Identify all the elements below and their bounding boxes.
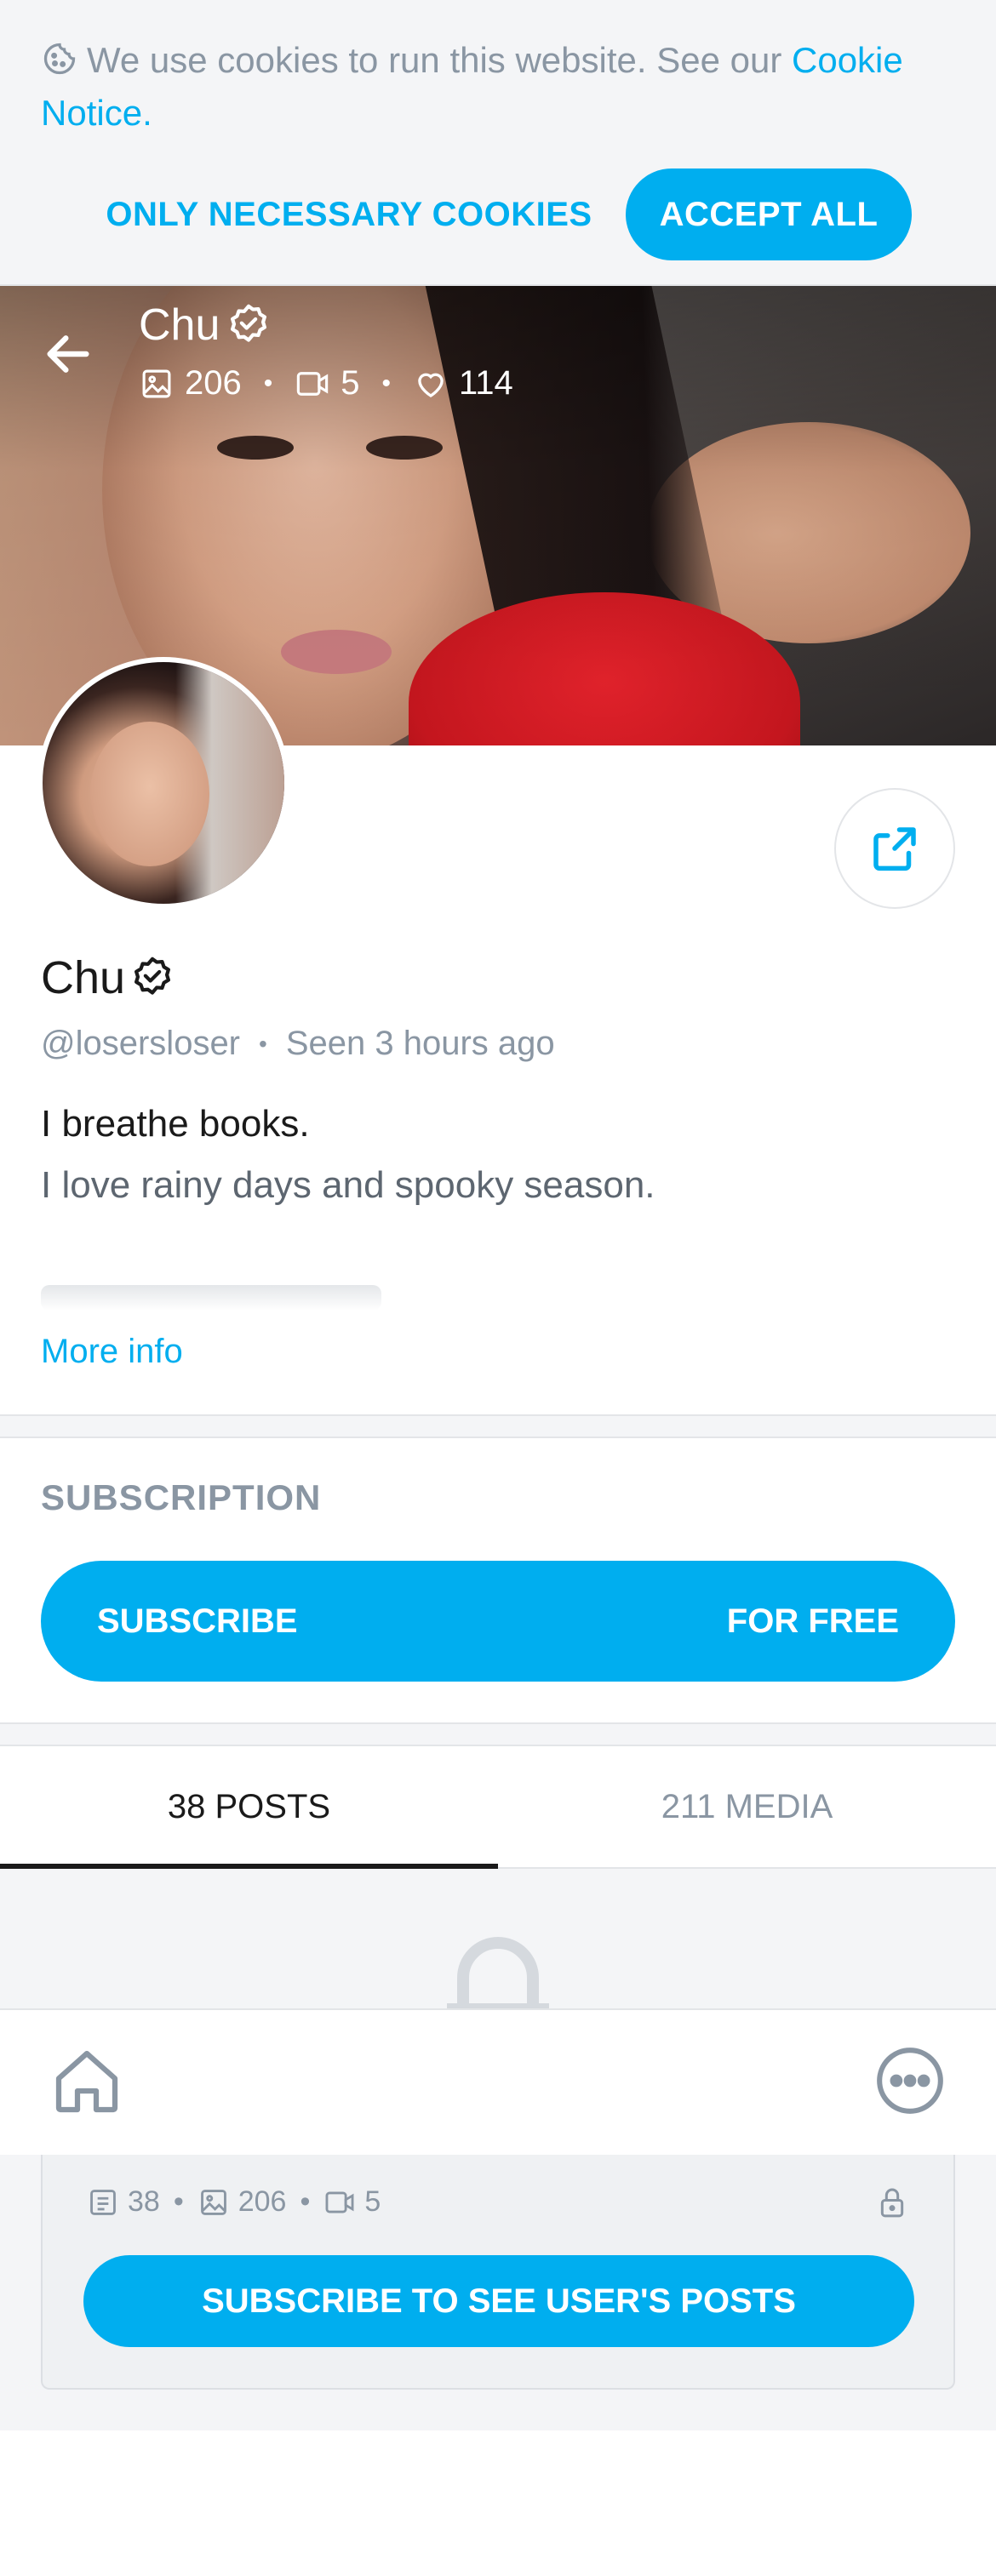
separator-dot: • <box>259 1030 267 1057</box>
header-videos-count: 5 <box>341 364 360 402</box>
header-photos-count: 206 <box>185 364 242 402</box>
separator-dot: • <box>263 368 273 397</box>
cookie-text: We use cookies to run this website. See … <box>41 34 943 140</box>
profile-meta: @losersloser • Seen 3 hours ago <box>41 1025 555 1063</box>
accept-all-button[interactable]: ACCEPT ALL <box>626 168 912 260</box>
post-icon <box>90 2189 116 2215</box>
profile-name: Chu <box>41 951 176 1004</box>
subscribe-label: SUBSCRIBE <box>97 1602 298 1640</box>
back-arrow-icon[interactable] <box>41 327 95 381</box>
separator-dot: • <box>300 2185 311 2218</box>
subscribe-to-see-posts-button[interactable]: SUBSCRIBE TO SEE USER'S POSTS <box>83 2255 914 2347</box>
cookie-banner: We use cookies to run this website. See … <box>0 0 996 286</box>
lock-icon <box>880 2188 904 2218</box>
tab-media[interactable]: 211 MEDIA <box>498 1746 996 1867</box>
header-photos-stat: 206 <box>139 364 242 403</box>
subscribe-button[interactable]: SUBSCRIBE FOR FREE <box>41 1561 955 1682</box>
profile-handle: @losersloser <box>41 1025 241 1062</box>
video-icon <box>325 2190 354 2213</box>
header-name-text: Chu <box>139 300 220 350</box>
section-divider <box>0 1722 996 1746</box>
card-posts-count: 38 <box>128 2185 160 2218</box>
home-icon[interactable] <box>49 2044 124 2119</box>
bottom-navigation <box>0 2008 996 2155</box>
card-photos-count: 206 <box>238 2185 287 2218</box>
card-videos-count: 5 <box>364 2185 381 2218</box>
header-likes-stat: 114 <box>413 364 513 403</box>
video-icon <box>297 371 329 396</box>
content-tabs: 38 POSTS 211 MEDIA <box>0 1746 996 1869</box>
card-stats: 38 • 206 • 5 <box>87 2185 381 2219</box>
separator-dot: • <box>173 2185 184 2218</box>
image-icon <box>142 369 171 397</box>
verified-icon <box>135 957 171 995</box>
bio-line: I love rainy days and spooky season. <box>41 1164 655 1206</box>
subscription-title: SUBSCRIPTION <box>41 1477 322 1517</box>
separator-dot: • <box>381 368 392 397</box>
locked-posts-card: 38 • 206 • 5 SUBSCRIBE TO SEE USER'S POS… <box>41 2155 955 2390</box>
image-icon <box>200 2189 226 2215</box>
share-button[interactable] <box>834 788 955 909</box>
cookie-message: We use cookies to run this website. See … <box>87 40 782 80</box>
heart-icon <box>418 373 444 397</box>
seen-label: Seen <box>285 1025 366 1062</box>
subscribe-price: FOR FREE <box>726 1602 899 1640</box>
profile-name-text: Chu <box>41 952 126 1003</box>
cookie-link-suffix: . <box>142 93 152 133</box>
header-likes-count: 114 <box>459 364 513 402</box>
only-necessary-cookies-button[interactable]: ONLY NECESSARY COOKIES <box>102 168 596 260</box>
lock-icon <box>447 1937 549 2012</box>
card-videos-stat: 5 <box>323 2185 381 2219</box>
tab-posts[interactable]: 38 POSTS <box>0 1746 498 1869</box>
section-divider <box>0 1414 996 1438</box>
more-icon[interactable] <box>873 2044 947 2117</box>
verified-icon <box>231 304 267 342</box>
share-icon <box>873 827 916 871</box>
bio-fade <box>41 1285 381 1311</box>
header-videos-stat: 5 <box>295 364 360 403</box>
header-stats: 206 • 5 • 114 <box>139 364 513 403</box>
card-photos-stat: 206 <box>197 2185 287 2219</box>
more-info-link[interactable]: More info <box>41 1333 183 1371</box>
header-name: Chu <box>139 300 272 351</box>
card-posts-stat: 38 <box>87 2185 160 2219</box>
bio-line: I breathe books. <box>41 1103 310 1145</box>
avatar[interactable] <box>37 657 289 909</box>
seen-time: 3 hours ago <box>375 1025 555 1062</box>
cookie-icon <box>43 43 76 75</box>
